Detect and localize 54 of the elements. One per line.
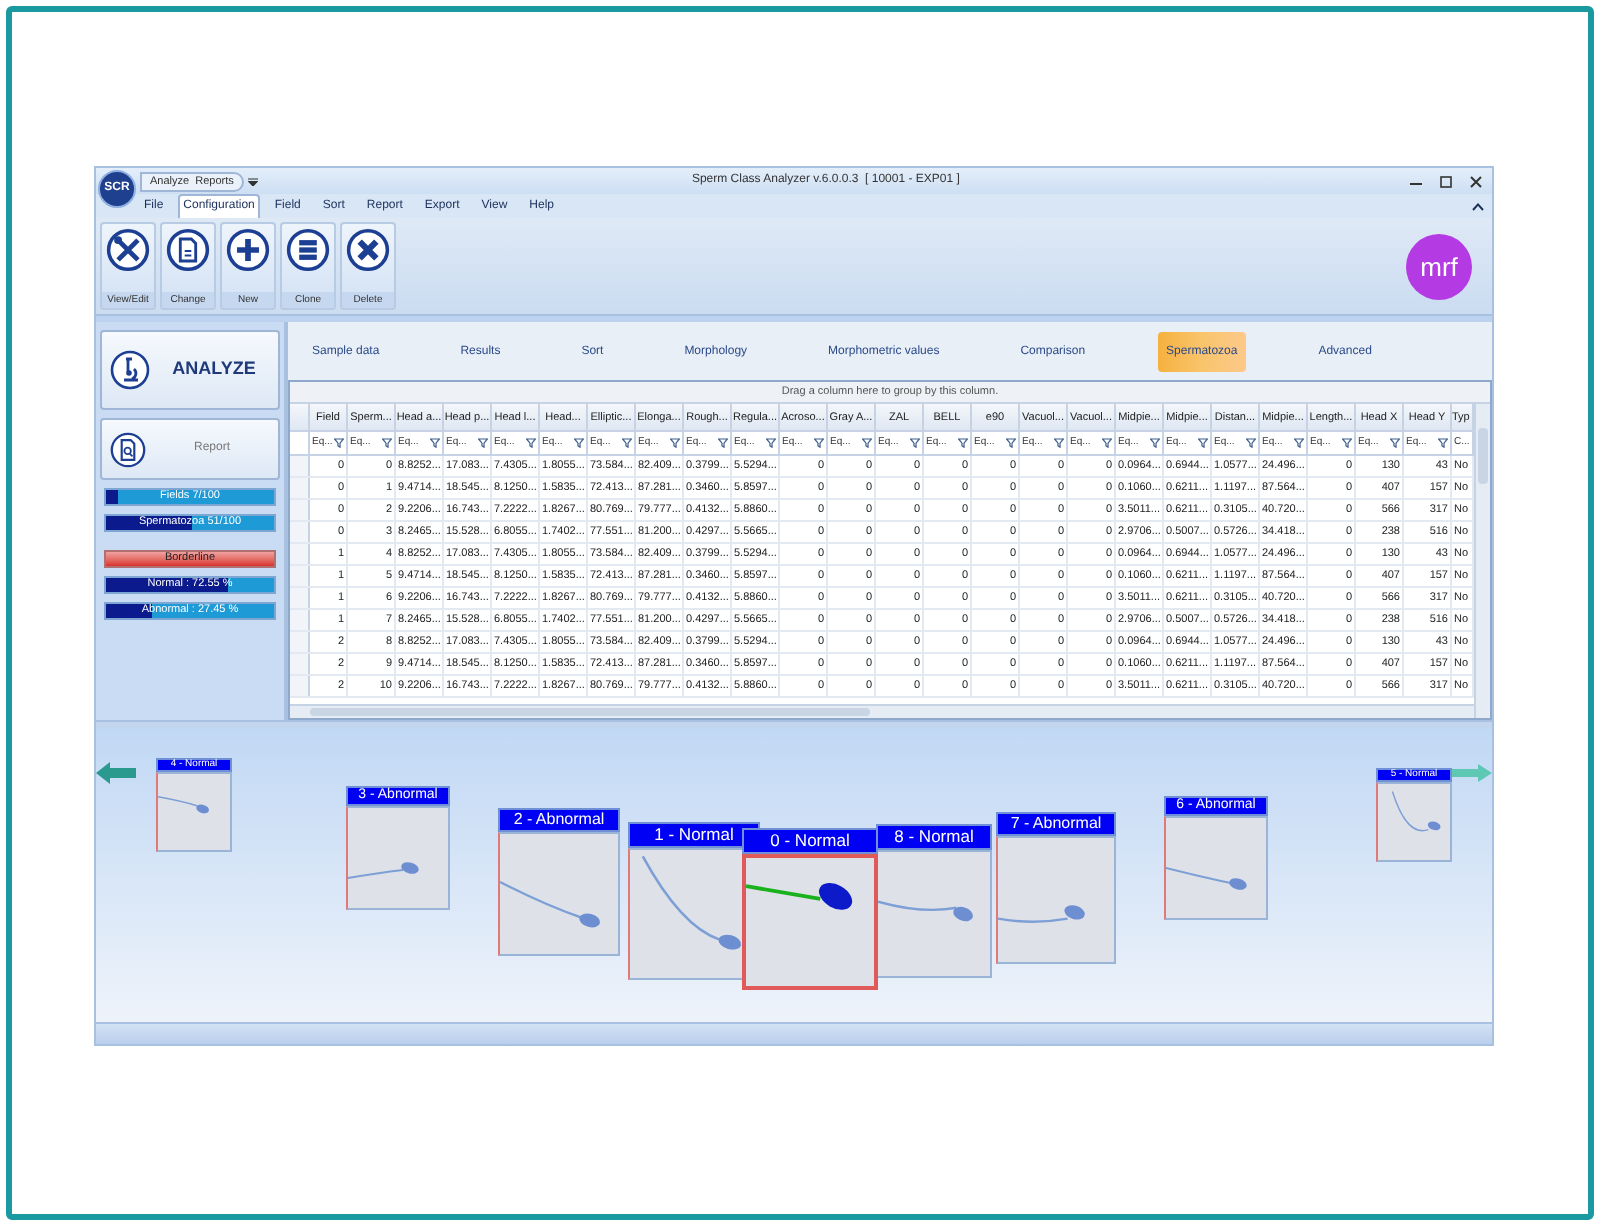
filter-icon <box>910 438 920 448</box>
sperm-drawing <box>500 880 601 928</box>
filter-icon <box>1438 438 1448 448</box>
document-icon <box>166 228 210 272</box>
cell-label: 2 - Abnormal <box>498 808 620 832</box>
sperm-drawing <box>878 900 973 922</box>
filter-icon <box>1054 438 1064 448</box>
vertical-scrollbar[interactable] <box>1474 404 1490 718</box>
stack-icon <box>286 228 330 272</box>
left-arrow-icon <box>96 762 136 784</box>
sperm-drawing <box>1166 867 1247 890</box>
close-icon <box>1468 173 1484 189</box>
filter-icon <box>958 438 968 448</box>
collapse-ribbon-icon <box>1472 201 1484 211</box>
right-arrow-icon <box>1452 764 1492 782</box>
filter-icon <box>1150 438 1160 448</box>
cell-label: 8 - Normal <box>876 824 992 850</box>
segmentation-drawing <box>746 883 853 910</box>
maximize-icon <box>1438 173 1454 189</box>
filter-icon <box>574 438 584 448</box>
cell-label: 0 - Normal <box>742 828 878 854</box>
dropdown-caret-icon <box>247 177 258 185</box>
sperm-drawing <box>158 796 209 814</box>
x-mark-icon <box>346 228 390 272</box>
filter-icon <box>814 438 824 448</box>
filter-icon <box>1342 438 1352 448</box>
filter-icon <box>478 438 488 448</box>
filter-icon <box>670 438 680 448</box>
document-search-icon <box>110 431 146 467</box>
filter-icon <box>622 438 632 448</box>
sperm-drawing <box>1391 790 1441 832</box>
filter-icon <box>526 438 536 448</box>
filter-icon <box>382 438 392 448</box>
horizontal-scrollbar[interactable] <box>290 704 1474 718</box>
microscope-icon <box>110 350 150 390</box>
plus-icon <box>226 228 270 272</box>
filter-icon <box>1102 438 1112 448</box>
filter-icon <box>1246 438 1256 448</box>
sperm-drawing <box>641 855 742 950</box>
tools-icon <box>106 228 150 272</box>
filter-icon <box>430 438 440 448</box>
analyze-button[interactable]: ANALYZE <box>100 330 280 410</box>
brand-logo: mrf <box>1406 234 1472 300</box>
sperm-drawing <box>348 862 419 879</box>
filter-icon <box>1294 438 1304 448</box>
filter-icon <box>718 438 728 448</box>
filter-icon <box>1198 438 1208 448</box>
filter-icon <box>1006 438 1016 448</box>
filter-icon <box>766 438 776 448</box>
sperm-drawing <box>998 905 1085 923</box>
filter-icon <box>862 438 872 448</box>
filter-icon <box>1390 438 1400 448</box>
cell-label: 7 - Abnormal <box>996 812 1116 836</box>
filter-icon <box>334 438 344 448</box>
